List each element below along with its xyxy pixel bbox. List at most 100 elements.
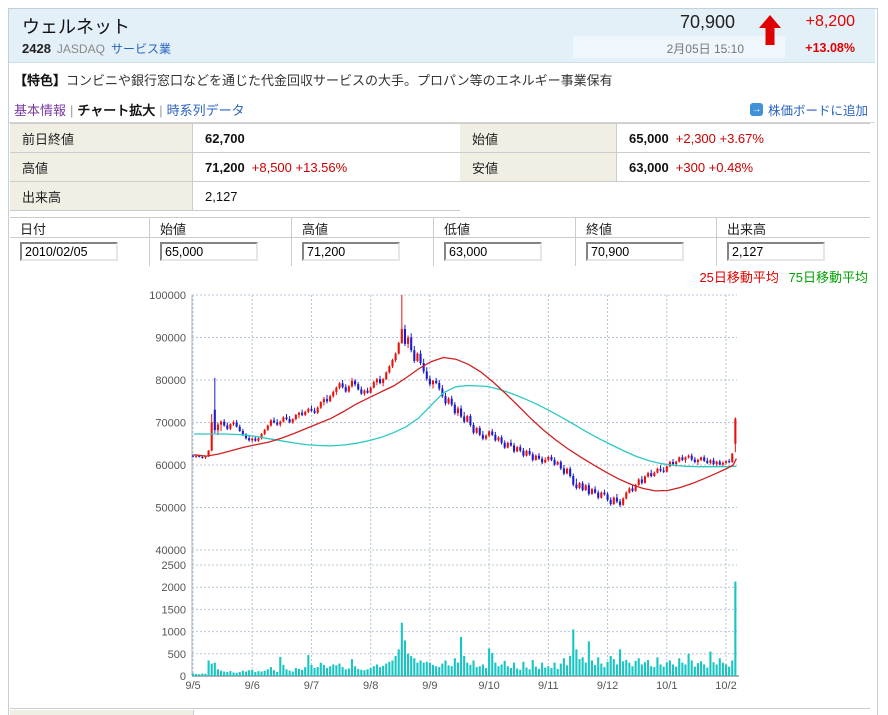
svg-text:2500: 2500: [162, 560, 186, 572]
page-title: ウェルネット: [22, 13, 130, 39]
form-input-4[interactable]: [586, 242, 684, 261]
row-value: 63,000 +300 +0.48%: [617, 153, 870, 181]
table-row: 出来高 2,127: [10, 182, 460, 211]
chart-legend: 25日移動平均 75日移動平均: [699, 267, 868, 286]
value-delta: +300 +0.48%: [676, 160, 753, 175]
table-row: 安値 63,000 +300 +0.48%: [460, 153, 870, 182]
form-column-4: 終値: [576, 218, 717, 266]
add-board-label: 株価ボードに追加: [768, 100, 868, 119]
svg-text:500: 500: [168, 649, 186, 661]
row-value: 2,127: [193, 182, 460, 210]
row-value: 65,000 +2,300 +3.67%: [617, 124, 870, 152]
volume-bars-layer: [192, 582, 736, 676]
form-header: 終値: [576, 218, 716, 238]
svg-text:2000: 2000: [162, 582, 186, 594]
svg-text:10/2: 10/2: [715, 680, 736, 692]
chart-area: 100000 90000 80000 70000 60000 50000 40000 2500…: [10, 289, 868, 703]
ma25-line: [194, 358, 736, 491]
up-arrow-icon: [758, 14, 782, 46]
svg-text:9/10: 9/10: [478, 680, 499, 692]
summary-table-left: 前日終値 62,700 高値 71,200 +8,500 +13.56% 出来高 2,127: [10, 123, 460, 211]
moving-averages-layer: [194, 358, 736, 491]
svg-text:9/11: 9/11: [538, 680, 559, 692]
svg-text:40000: 40000: [155, 545, 186, 557]
form-header: 低値: [434, 218, 575, 238]
row-label: 出来高: [10, 182, 193, 210]
svg-text:1000: 1000: [162, 627, 186, 639]
value-delta: +8,500 +13.56%: [252, 160, 347, 175]
form-input-5[interactable]: [727, 242, 825, 261]
add-board-link[interactable]: → 株価ボードに追加: [750, 100, 868, 119]
form-input-3[interactable]: [444, 242, 542, 261]
price-change: +8,200: [806, 13, 855, 31]
feature-label: 【特色】: [14, 73, 66, 88]
svg-text:60000: 60000: [155, 460, 186, 472]
svg-text:1500: 1500: [162, 604, 186, 616]
svg-text:9/6: 9/6: [245, 680, 260, 692]
nav-separator: |: [70, 103, 73, 118]
value-number: 62,700: [205, 131, 245, 146]
legend-ma25: 25日移動平均: [699, 270, 778, 285]
form-header: 高値: [292, 218, 433, 238]
ma75-line: [194, 386, 736, 467]
nav-item-1: チャート拡大: [77, 103, 155, 118]
row-label: 安値: [460, 153, 617, 181]
grid-layer: 100000 90000 80000 70000 60000 50000 40000 2500…: [149, 290, 739, 692]
svg-text:100000: 100000: [149, 290, 186, 302]
svg-text:50000: 50000: [155, 503, 186, 515]
svg-text:9/8: 9/8: [363, 680, 378, 692]
nav-separator: |: [159, 103, 162, 118]
row-label: 始値: [460, 124, 617, 152]
table-row: 高値 71,200 +8,500 +13.56%: [10, 153, 460, 182]
row-label: 高値: [10, 153, 193, 181]
nav-item-2[interactable]: 時系列データ: [167, 103, 245, 118]
feature-row: 【特色】コンビニや銀行窓口などを通じた代金回収サービスの大手。プロパン等のエネル…: [14, 70, 864, 89]
svg-text:9/12: 9/12: [597, 680, 618, 692]
stock-code-line: 2428 JASDAQ サービス業: [22, 40, 171, 57]
quote-time: 2月05日 15:10: [667, 40, 744, 57]
next-section-label-cell: [10, 710, 194, 715]
ohlc-form: 日付始値高値低値終値出来高: [10, 217, 870, 266]
svg-text:70000: 70000: [155, 418, 186, 430]
svg-text:80000: 80000: [155, 375, 186, 387]
svg-text:10/1: 10/1: [656, 680, 677, 692]
stock-chart: 100000 90000 80000 70000 60000 50000 40000 2500…: [10, 289, 868, 703]
table-row: 前日終値 62,700: [10, 124, 460, 153]
current-price: 70,900: [680, 12, 735, 33]
price-change-pct: +13.08%: [805, 41, 855, 55]
form-column-2: 高値: [292, 218, 434, 266]
table-row: 始値 65,000 +2,300 +3.67%: [460, 124, 870, 153]
form-column-5: 出来高: [717, 218, 870, 266]
form-column-0: 日付: [10, 218, 150, 266]
value-number: 71,200: [205, 160, 245, 175]
form-column-3: 低値: [434, 218, 576, 266]
form-input-1[interactable]: [160, 242, 258, 261]
feature-text: コンビニや銀行窓口などを通じた代金回収サービスの大手。プロパン等のエネルギー事業…: [66, 73, 613, 88]
summary-table-right: 始値 65,000 +2,300 +3.67% 安値 63,000 +300 +0.48%: [460, 123, 870, 182]
value-number: 65,000: [629, 131, 669, 146]
row-value: 62,700: [193, 124, 460, 152]
legend-ma75: 75日移動平均: [789, 270, 868, 285]
svg-text:9/7: 9/7: [304, 680, 319, 692]
form-input-0[interactable]: [20, 242, 118, 261]
form-column-1: 始値: [150, 218, 292, 266]
form-header: 始値: [150, 218, 291, 238]
svg-text:9/9: 9/9: [422, 680, 437, 692]
value-number: 63,000: [629, 160, 669, 175]
row-value: 71,200 +8,500 +13.56%: [193, 153, 460, 181]
value-delta: +2,300 +3.67%: [676, 131, 764, 146]
nav-item-0[interactable]: 基本情報: [14, 103, 66, 118]
form-header: 日付: [10, 218, 149, 238]
svg-text:90000: 90000: [155, 333, 186, 345]
market-name: JASDAQ: [57, 42, 105, 56]
row-label: 前日終値: [10, 124, 193, 152]
form-header: 出来高: [717, 218, 870, 238]
stock-code: 2428: [22, 41, 51, 56]
sector-link[interactable]: サービス業: [111, 42, 171, 56]
add-board-arrow-icon: →: [750, 103, 763, 116]
svg-text:9/5: 9/5: [185, 680, 200, 692]
nav-links: 基本情報 | チャート拡大 | 時系列データ: [14, 100, 245, 119]
candles-layer: [192, 295, 736, 507]
form-input-2[interactable]: [302, 242, 400, 261]
value-number: 2,127: [205, 189, 238, 204]
